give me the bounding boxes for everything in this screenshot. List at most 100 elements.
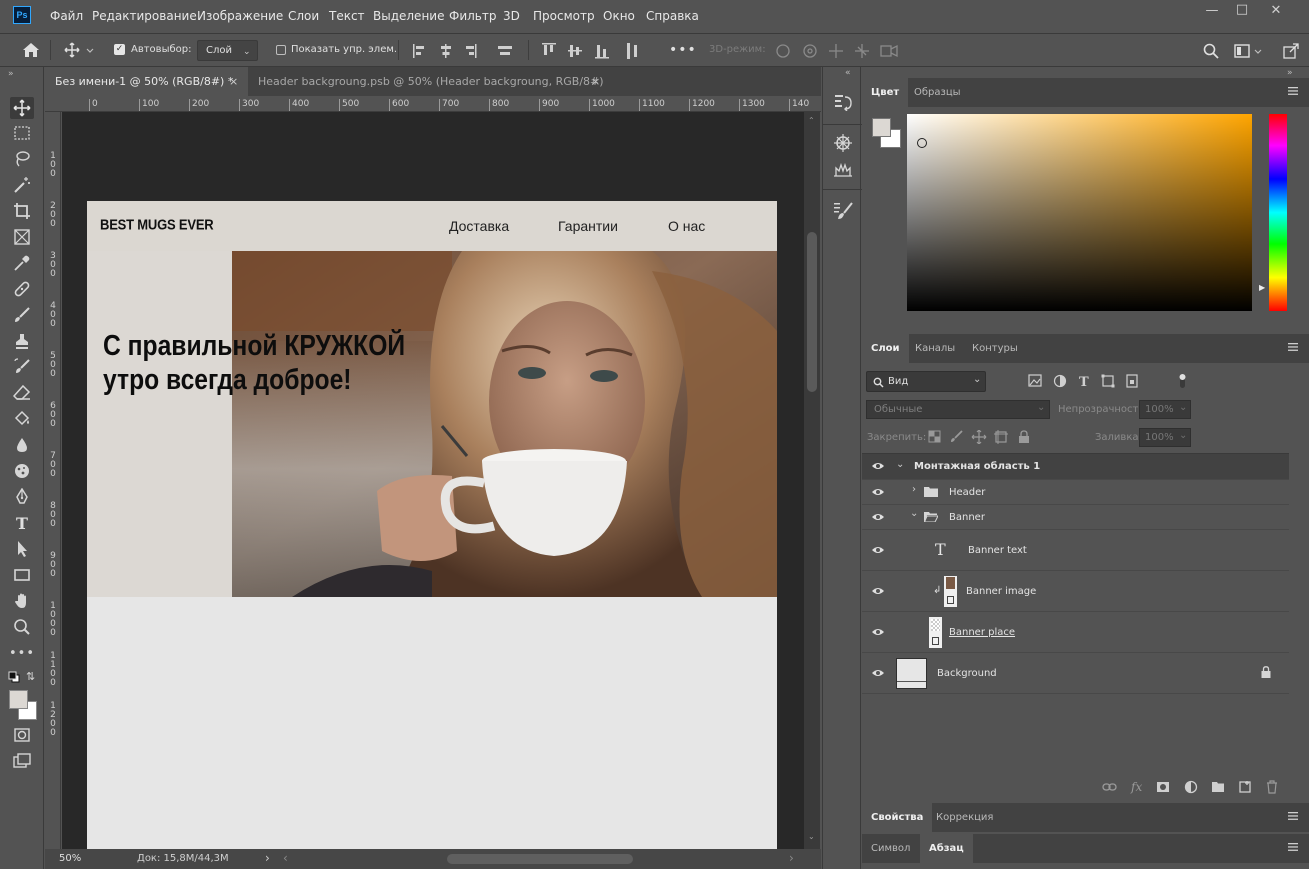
menu-file[interactable]: Файл (50, 9, 83, 23)
marquee-tool-icon[interactable] (10, 122, 34, 144)
glyphs-panel-icon[interactable] (833, 163, 853, 177)
color-picker-cursor[interactable] (917, 138, 927, 148)
share-icon[interactable] (1283, 43, 1299, 59)
collapse-toolbar-icon[interactable]: » (8, 69, 14, 79)
crop-tool-icon[interactable] (10, 200, 34, 222)
move-tool-preset-icon[interactable] (64, 42, 94, 58)
opacity-field[interactable]: 100% ⌄ (1139, 400, 1191, 419)
layer-row-header[interactable]: › Header (862, 480, 1289, 505)
tab-color[interactable]: Цвет (862, 78, 909, 107)
clone-stamp-icon[interactable] (10, 330, 34, 352)
path-selection-icon[interactable] (10, 538, 34, 560)
tab-layers[interactable]: Слои (862, 334, 909, 363)
swap-colors-icon[interactable]: ⇅ (26, 670, 35, 683)
eyedropper-tool-icon[interactable] (10, 252, 34, 274)
eraser-tool-icon[interactable] (10, 382, 34, 404)
close-tab-icon[interactable]: × (591, 67, 600, 96)
home-icon[interactable] (22, 42, 40, 58)
chevron-right-icon[interactable]: › (912, 484, 916, 495)
menu-layers[interactable]: Слои (288, 9, 319, 23)
foreground-color-swatch[interactable] (9, 690, 28, 709)
menu-window[interactable]: Окно (603, 9, 635, 23)
layer-row-banner-image[interactable]: ↲ Banner image (862, 571, 1289, 612)
hue-slider-handle-icon[interactable]: ▶ (1259, 283, 1265, 292)
navigator-panel-icon[interactable] (833, 133, 853, 153)
visibility-eye-icon[interactable] (871, 586, 885, 596)
panel-menu-icon[interactable] (1288, 87, 1298, 95)
scroll-down-icon[interactable]: ⌄ (808, 832, 815, 841)
vertical-scrollbar[interactable]: ⌃ ⌄ (804, 112, 820, 849)
close-tab-icon[interactable]: × (229, 67, 238, 96)
show-transform-checkbox[interactable] (276, 45, 286, 55)
lasso-tool-icon[interactable] (10, 148, 34, 170)
panel-menu-icon[interactable] (1288, 343, 1298, 351)
menu-filter[interactable]: Фильтр (449, 9, 496, 23)
autoselect-dropdown[interactable]: Слой ⌄ (197, 40, 258, 61)
menu-3d[interactable]: 3D (503, 9, 520, 23)
hand-tool-icon[interactable] (10, 590, 34, 612)
minimize-icon[interactable]: — (1202, 4, 1222, 18)
visibility-eye-icon[interactable] (871, 545, 885, 555)
visibility-eye-icon[interactable] (871, 487, 885, 497)
brush-tool-icon[interactable] (10, 304, 34, 326)
menu-help[interactable]: Справка (646, 9, 699, 23)
history-brush-icon[interactable] (10, 356, 34, 378)
more-options-icon[interactable]: ••• (669, 43, 697, 57)
tab-properties[interactable]: Свойства (862, 803, 933, 832)
layer-row-artboard[interactable]: ⌄ Монтажная область 1 (862, 454, 1289, 480)
tab-adjustments[interactable]: Коррекция (927, 803, 1002, 832)
edit-toolbar-icon[interactable]: ••• (9, 642, 34, 664)
menu-view[interactable]: Просмотр (533, 9, 595, 23)
zoom-level[interactable]: 50% (59, 853, 81, 864)
layer-row-banner[interactable]: ⌄ Banner (862, 505, 1289, 530)
chevron-down-icon[interactable]: ⌄ (896, 459, 904, 470)
scroll-right-icon[interactable]: › (789, 851, 794, 865)
visibility-eye-icon[interactable] (871, 668, 885, 678)
scroll-up-icon[interactable]: ⌃ (808, 116, 815, 125)
paint-bucket-icon[interactable] (10, 408, 34, 430)
brush-settings-panel-icon[interactable] (833, 201, 853, 221)
rectangle-tool-icon[interactable] (10, 564, 34, 586)
status-menu-arrow-icon[interactable]: › (265, 851, 270, 865)
screen-mode-icon[interactable] (10, 750, 34, 772)
panel-foreground-swatch[interactable] (872, 118, 891, 137)
quick-mask-icon[interactable] (10, 724, 34, 746)
artboard[interactable]: BEST MUGS EVER Доставка Гарантии О нас С… (87, 201, 777, 849)
scroll-left-icon[interactable]: ‹ (283, 851, 288, 865)
expand-panels-icon[interactable]: « (845, 68, 851, 78)
chevron-down-icon[interactable]: ⌄ (910, 508, 918, 519)
collapse-panels-icon[interactable]: » (1287, 68, 1293, 78)
menu-edit[interactable]: Редактирование (92, 9, 197, 23)
tab-document-1[interactable]: Без имени-1 @ 50% (RGB/8#) * × (45, 67, 248, 96)
default-colors-icon[interactable] (8, 671, 20, 683)
tab-channels[interactable]: Каналы (906, 334, 964, 363)
layer-row-banner-text[interactable]: T Banner text (862, 530, 1289, 571)
zoom-tool-icon[interactable] (10, 616, 34, 638)
layer-row-banner-place[interactable]: Banner place (862, 612, 1289, 653)
layer-row-background[interactable]: Background (862, 653, 1289, 694)
sponge-tool-icon[interactable] (10, 460, 34, 482)
tab-paragraph[interactable]: Абзац (920, 834, 973, 863)
panel-menu-icon[interactable] (1288, 812, 1298, 820)
visibility-eye-icon[interactable] (871, 627, 885, 637)
blend-mode-dropdown[interactable]: Обычные ⌄ (866, 400, 1050, 419)
tab-document-2[interactable]: Header backgroung.psb @ 50% (Header back… (248, 67, 611, 96)
workspace-icon[interactable] (1234, 43, 1264, 59)
type-tool-icon[interactable]: T (10, 512, 34, 534)
autoselect-checkbox[interactable]: ✓ (114, 44, 125, 55)
menu-image[interactable]: Изображение (197, 9, 283, 23)
search-icon[interactable] (1203, 43, 1219, 59)
horizontal-scroll-thumb[interactable] (447, 854, 633, 864)
menu-type[interactable]: Текст (329, 9, 365, 23)
history-panel-icon[interactable] (833, 93, 853, 111)
close-window-icon[interactable]: ✕ (1266, 4, 1286, 18)
maximize-icon[interactable]: □ (1232, 3, 1252, 17)
menu-select[interactable]: Выделение (373, 9, 444, 23)
tab-swatches[interactable]: Образцы (905, 78, 970, 107)
pen-tool-icon[interactable] (10, 486, 34, 508)
tab-character[interactable]: Символ (862, 834, 919, 863)
panel-menu-icon[interactable] (1288, 843, 1298, 851)
healing-brush-icon[interactable] (10, 278, 34, 300)
layer-filter-dropdown[interactable]: Вид ⌄ (866, 371, 986, 392)
magic-wand-icon[interactable] (10, 174, 34, 196)
